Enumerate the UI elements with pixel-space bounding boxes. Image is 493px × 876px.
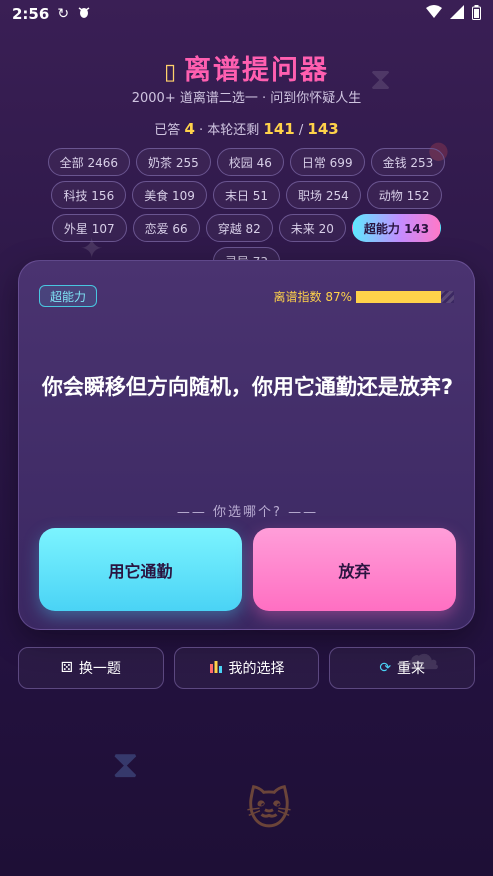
refresh-icon: ⟳: [379, 660, 392, 676]
absurdity-index-bar: [356, 290, 454, 303]
option-a-button[interactable]: 用它通勤: [39, 528, 242, 611]
category-chip-all[interactable]: 全部 2466: [47, 148, 131, 176]
subtitle: 2000+ 道离谱二选一 · 问到你怀疑人生: [131, 91, 362, 106]
cat-decoration-icon: 🐱: [246, 784, 292, 835]
category-chip-future[interactable]: 未来 20: [278, 214, 346, 242]
category-chip-money[interactable]: 金钱 253: [370, 148, 446, 176]
absurdity-index: 离谱指数 87%: [273, 288, 454, 305]
total-count: 143: [307, 120, 339, 138]
category-chip-animals[interactable]: 动物 152: [366, 181, 442, 209]
absurdity-index-label: 离谱指数 87%: [273, 290, 353, 304]
next-question-button[interactable]: ⚄ 换一题: [18, 647, 164, 689]
category-chip-daily[interactable]: 日常 699: [289, 148, 365, 176]
remaining-count: 141: [263, 120, 295, 138]
category-chip-superpower[interactable]: 超能力 143: [351, 214, 442, 242]
category-chip-workplace[interactable]: 职场 254: [286, 181, 361, 209]
category-chip-aliens[interactable]: 外星 107: [51, 214, 127, 242]
my-choices-button[interactable]: 我的选择: [173, 647, 320, 689]
bar-chart-icon: [209, 659, 223, 677]
action-bar: ⚄ 换一题 我的选择 ⟳ 重来: [18, 647, 476, 689]
category-chip-campus[interactable]: 校园 46: [216, 148, 284, 176]
wifi-icon: [426, 5, 442, 23]
signal-icon: [450, 5, 464, 23]
category-chip-tech[interactable]: 科技 156: [51, 181, 127, 209]
sync-icon: ↻: [57, 6, 70, 22]
category-chip-food[interactable]: 美食 109: [132, 181, 207, 209]
bug-icon: [77, 5, 91, 23]
category-chip-doomsday[interactable]: 末日 51: [212, 181, 281, 209]
dice-icon: ⚄: [60, 660, 73, 676]
category-chip-milk-tea[interactable]: 奶茶 255: [136, 148, 211, 176]
answer-progress: 已答 4 · 本轮还剩 141 / 143: [154, 120, 339, 138]
question-text: 你会瞬移但方向随机，你用它通勤还是放弃?: [41, 375, 454, 399]
restart-button[interactable]: ⟳ 重来: [329, 647, 476, 689]
answered-count: 4: [184, 120, 195, 138]
category-chips: 全部 2466 奶茶 255 校园 46 日常 699 金钱 253 科技 15…: [16, 148, 477, 275]
category-chip-romance[interactable]: 恋爱 66: [132, 214, 200, 242]
absurdity-index-fill: [356, 290, 442, 303]
battery-icon: [472, 4, 481, 24]
hourglass-decoration-icon: ⧗: [112, 742, 139, 786]
category-tag: 超能力: [39, 285, 98, 307]
status-bar: 2:56 ↻: [0, 0, 493, 28]
option-b-button[interactable]: 放弃: [253, 528, 456, 611]
question-card: 超能力 离谱指数 87% 你会瞬移但方向随机，你用它通勤还是放弃? —— 你选哪…: [18, 260, 475, 630]
choice-prompt: —— 你选哪个? ——: [176, 505, 319, 520]
question-icon: ▯: [163, 60, 179, 85]
status-time: 2:56: [12, 5, 50, 23]
category-chip-time-travel[interactable]: 穿越 82: [205, 214, 273, 242]
page-title: ▯ 离谱提问器: [163, 55, 330, 86]
